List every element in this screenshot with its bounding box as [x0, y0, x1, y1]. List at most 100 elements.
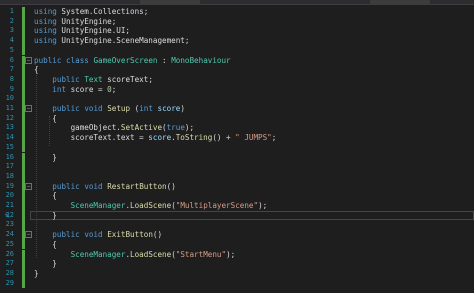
code-line[interactable]: 23: [0, 220, 474, 231]
line-number: 21: [5, 201, 14, 209]
code-line[interactable]: 12 {: [0, 113, 474, 124]
code-token: public: [34, 55, 62, 65]
code-line[interactable]: 8 public Text scoreText;: [0, 74, 474, 85]
change-indicator-bar: [22, 113, 25, 124]
code-line[interactable]: 1 using System.Collections;: [0, 7, 474, 17]
line-number: 2: [9, 16, 14, 25]
change-indicator-bar: [22, 123, 25, 134]
code-token: LoadScene: [130, 249, 172, 259]
code-text: }: [34, 211, 57, 221]
code-token: );: [226, 249, 236, 259]
code-token: class: [66, 55, 89, 65]
code-token: true: [166, 123, 185, 133]
code-line[interactable]: 4 using UnityEngine.SceneManagement;: [0, 36, 474, 46]
code-token: score: [148, 133, 172, 143]
line-number: 7: [9, 65, 14, 74]
collapse-icon[interactable]: −: [25, 182, 32, 190]
code-line[interactable]: 25 {: [0, 239, 474, 250]
line-number: 23: [5, 220, 14, 229]
code-text: {: [34, 240, 57, 250]
code-text: scoreText.text = score.ToString() + " JU…: [34, 133, 277, 143]
code-line[interactable]: ✎ 22 }: [0, 210, 474, 221]
change-indicator-bar: [22, 7, 25, 17]
code-line[interactable]: 9 int score = 0;: [0, 84, 474, 95]
code-token: score =: [66, 84, 108, 94]
code-line[interactable]: 20 {: [0, 191, 474, 201]
line-number: 1: [9, 7, 14, 15]
code-token: ExitButton: [107, 230, 153, 240]
code-line[interactable]: 16 }: [0, 152, 474, 163]
code-text: public void ExitButton(): [34, 230, 162, 240]
change-indicator-bar: [22, 249, 25, 260]
code-line[interactable]: 26 SceneManager.LoadScene("StartMenu");: [0, 249, 474, 260]
code-line[interactable]: 10: [0, 94, 474, 104]
code-token: }: [34, 268, 39, 278]
change-indicator-bar: [22, 133, 25, 143]
code-text: gameObject.SetActive(true);: [34, 123, 195, 133]
code-token: {: [34, 113, 57, 123]
code-token: }: [34, 259, 57, 269]
code-line[interactable]: 19 − public void RestartButton(): [0, 181, 474, 192]
code-line[interactable]: 6 − public class GameOverScreen : MonoBeha…: [0, 55, 474, 66]
code-token: (: [130, 104, 140, 113]
code-text: }: [34, 269, 39, 279]
collapse-icon[interactable]: −: [25, 56, 32, 64]
code-token: void: [84, 181, 103, 191]
line-number: 27: [5, 259, 14, 268]
code-text: public Text scoreText;: [34, 75, 153, 85]
code-line[interactable]: 27 }: [0, 259, 474, 269]
change-indicator-bar: [22, 74, 25, 85]
code-line[interactable]: 28}: [0, 268, 474, 279]
code-line[interactable]: 24 − public void ExitButton(): [0, 230, 474, 240]
line-number: 17: [5, 162, 14, 171]
line-number: 19: [5, 181, 14, 190]
code-line[interactable]: 13 gameObject.SetActive(true);: [0, 123, 474, 134]
horizontal-scrollbar-area[interactable]: [0, 288, 474, 293]
code-token: using: [34, 16, 57, 26]
code-line[interactable]: 29: [0, 278, 474, 289]
change-indicator-bar: [22, 171, 25, 182]
change-indicator-bar: [22, 220, 25, 231]
code-line[interactable]: 5: [0, 45, 474, 56]
code-line[interactable]: 2 using UnityEngine;: [0, 16, 474, 27]
code-token: (): [166, 181, 176, 191]
code-line[interactable]: 3 using UnityEngine.UI;: [0, 26, 474, 37]
line-number: 11: [5, 104, 14, 112]
change-indicator-bar: [22, 142, 25, 153]
code-line[interactable]: 17: [0, 162, 474, 172]
code-editor[interactable]: 1 using System.Collections; 2 using UnityEn…: [0, 5, 474, 289]
code-token: );: [258, 201, 268, 210]
code-line[interactable]: 11 − public void Setup (int score): [0, 104, 474, 114]
line-number: 4: [9, 36, 14, 45]
code-line[interactable]: 18: [0, 171, 474, 182]
code-line[interactable]: 7{: [0, 65, 474, 75]
code-text: SceneManager.LoadScene("StartMenu");: [34, 249, 236, 260]
collapse-icon[interactable]: −: [25, 105, 32, 112]
change-indicator-bar: [22, 65, 25, 75]
code-token: LoadScene: [130, 201, 172, 210]
code-text: using UnityEngine.UI;: [34, 26, 130, 36]
line-number: 24: [5, 230, 14, 239]
code-line[interactable]: 15: [0, 142, 474, 153]
code-text: public void RestartButton(): [34, 181, 176, 192]
line-number: 10: [5, 94, 14, 103]
change-indicator-bar: [22, 268, 25, 279]
collapse-icon[interactable]: −: [25, 231, 32, 239]
code-token: void: [84, 230, 103, 240]
line-number: 6: [9, 55, 14, 64]
code-token: {: [34, 239, 57, 249]
code-text: {: [34, 65, 39, 75]
code-token: ToString: [175, 133, 213, 143]
line-number: 18: [5, 171, 14, 180]
code-token: RestartButton: [107, 181, 167, 191]
code-line[interactable]: 14 scoreText.text = score.ToString() + "…: [0, 133, 474, 143]
line-number: 12: [5, 113, 14, 122]
code-token: :: [157, 55, 172, 65]
code-text: using UnityEngine;: [34, 17, 116, 27]
code-token: }: [34, 210, 57, 220]
code-line[interactable]: 21 SceneManager.LoadScene("MultiplayerSc…: [0, 201, 474, 211]
code-token: Setup: [107, 104, 131, 113]
